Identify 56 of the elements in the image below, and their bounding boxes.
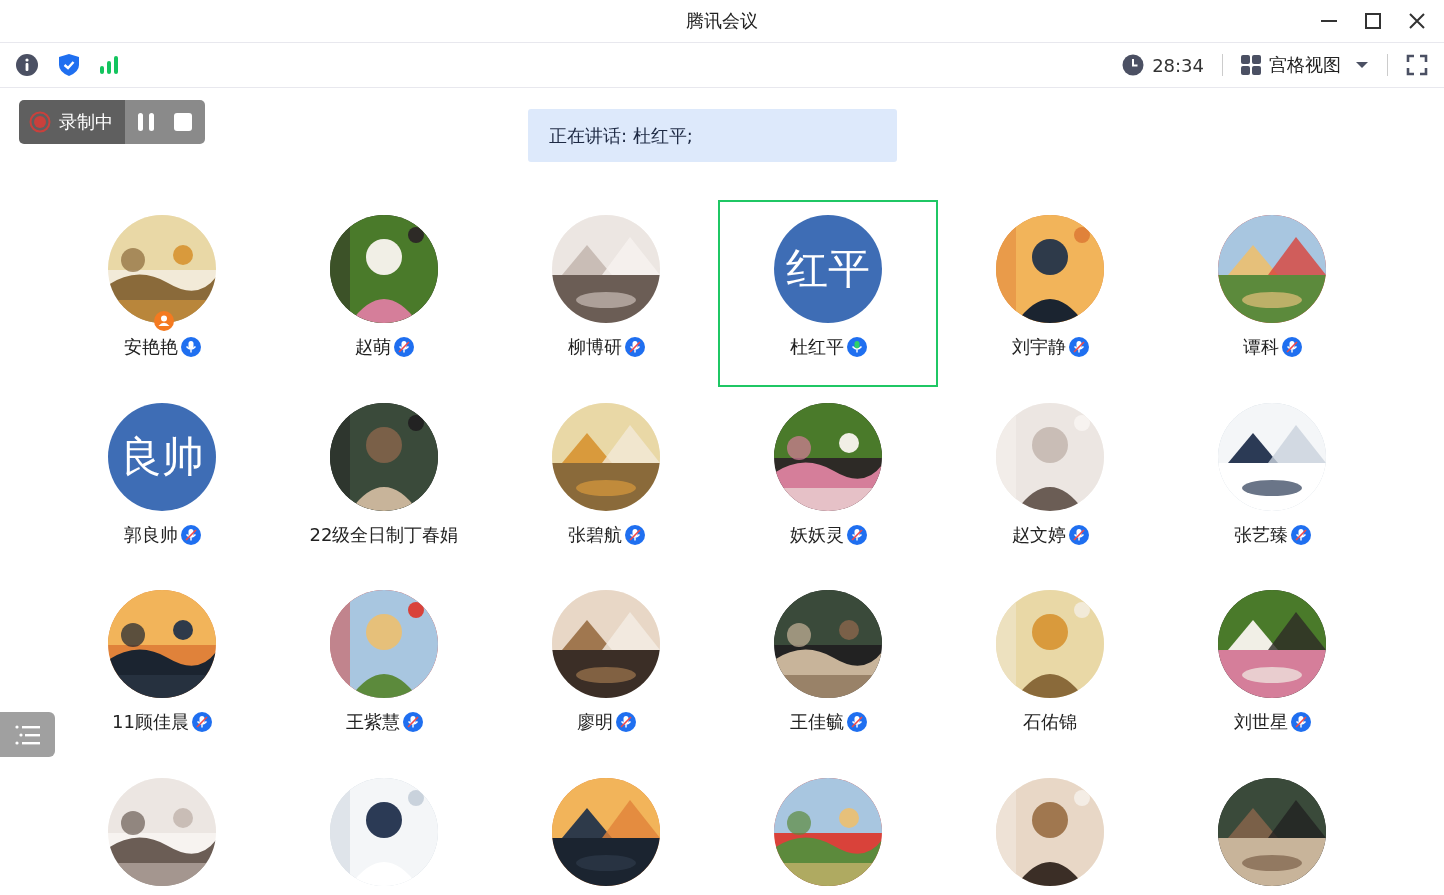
participant-name: 张碧航: [567, 522, 622, 547]
list-icon: [14, 723, 41, 746]
participant-name: 柳博研: [567, 335, 622, 359]
maximize-icon[interactable]: [1365, 13, 1381, 29]
participant-tile[interactable]: 良帅 郭良帅: [52, 387, 272, 575]
participant-tile[interactable]: 安艳艳: [52, 200, 272, 387]
fullscreen-icon[interactable]: [1406, 54, 1428, 76]
close-icon[interactable]: [1409, 13, 1425, 29]
participant-tile[interactable]: 红平 杜红平: [718, 200, 938, 387]
recording-label: 录制中: [59, 110, 113, 134]
participant-name: 郭良帅: [123, 522, 178, 547]
stop-button[interactable]: [173, 112, 193, 132]
participant-name: 22级全日制丁春娟: [309, 522, 459, 547]
participant-name: 11顾佳晨: [112, 710, 189, 734]
participant-name: 赵萌: [354, 335, 391, 359]
participant-tile[interactable]: 11顾佳晨: [52, 575, 272, 762]
participant-name: 王佳毓: [789, 710, 844, 734]
participant-tile[interactable]: 刘世星: [1162, 575, 1382, 762]
caret-icon: [1355, 60, 1369, 70]
participant-tile[interactable]: 妖妖灵: [718, 387, 938, 575]
participant-name: 刘宇静: [1011, 335, 1066, 359]
participant-name: 廖明: [576, 710, 613, 734]
participant-tile[interactable]: 柳博研: [496, 200, 716, 387]
participant-tile[interactable]: 张艺臻: [1162, 387, 1382, 575]
member-list-button[interactable]: [0, 712, 55, 757]
grid-icon: [1241, 55, 1261, 75]
participant-tile[interactable]: 22级全日制丁春娟: [274, 387, 494, 575]
record-icon: [29, 111, 51, 133]
participant-tile[interactable]: 刘宇静: [940, 200, 1160, 387]
participant-tile[interactable]: 石佑锦: [940, 575, 1160, 762]
participant-name: 安艳艳: [123, 335, 178, 359]
speaking-banner: 正在讲话: 杜红平;: [528, 109, 897, 162]
participant-tile[interactable]: 王紫慧: [274, 575, 494, 762]
info-icon[interactable]: [15, 53, 39, 77]
participant-tile[interactable]: 廖明: [496, 575, 716, 762]
participant-tile[interactable]: 赵文婷: [940, 387, 1160, 575]
window-title: 腾讯会议: [686, 9, 758, 33]
clock-icon: [1122, 54, 1145, 76]
participant-name: 杜红平: [789, 335, 844, 359]
participant-tile[interactable]: 赵萌: [274, 200, 494, 387]
avatar: 红平: [774, 215, 882, 323]
shield-icon[interactable]: [58, 53, 80, 77]
participant-name: 王紫慧: [345, 710, 400, 734]
participant-name: 刘世星: [1233, 710, 1288, 734]
participant-name: 张艺臻: [1233, 522, 1288, 547]
participant-name: 谭科: [1242, 335, 1279, 359]
participant-tile[interactable]: 王佳毓: [718, 575, 938, 762]
participant-name: 石佑锦: [1023, 710, 1077, 734]
pause-button[interactable]: [137, 112, 155, 132]
participant-tile[interactable]: 张碧航: [496, 387, 716, 575]
avatar: 良帅: [108, 402, 216, 511]
participant-name: 妖妖灵: [789, 522, 844, 547]
view-mode-dropdown[interactable]: 宫格视图: [1241, 53, 1369, 77]
participant-tile[interactable]: 谭科: [1162, 200, 1382, 387]
participant-name: 赵文婷: [1011, 522, 1066, 547]
meeting-duration: 28:34: [1152, 54, 1204, 76]
